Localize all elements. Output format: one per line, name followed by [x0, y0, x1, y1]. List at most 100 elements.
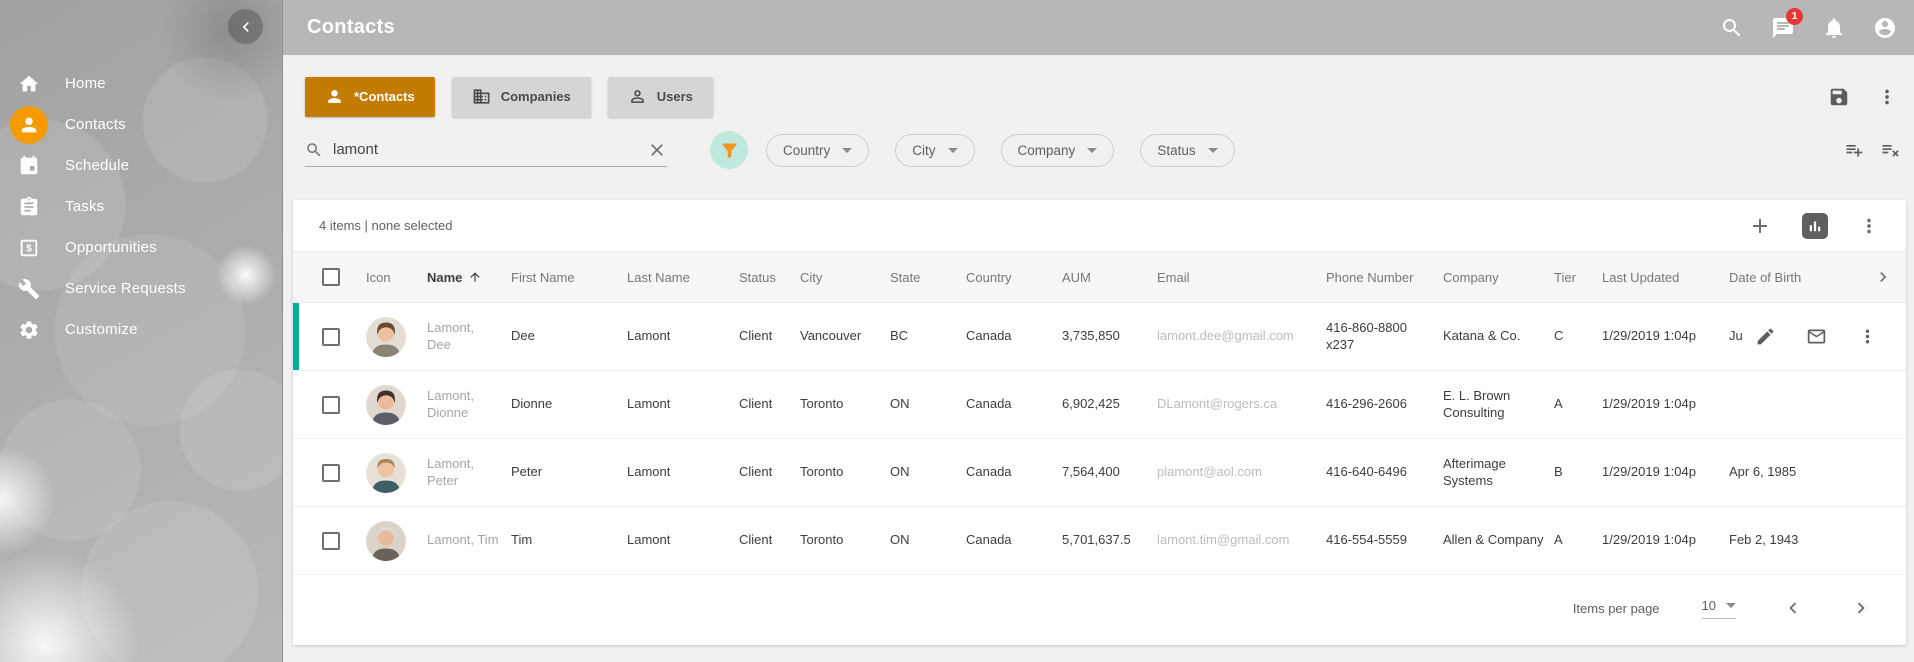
sidebar-collapse-button[interactable]: [228, 9, 263, 44]
row-more-icon[interactable]: [1857, 326, 1878, 347]
app-screen: Home Contacts Schedule Tasks $ Opport: [0, 0, 1914, 662]
tab-users[interactable]: Users: [608, 77, 713, 117]
sidebar-item-tasks[interactable]: Tasks: [0, 186, 282, 227]
cell-phone: 416-554-5559: [1326, 532, 1443, 549]
contacts-icon: [10, 106, 48, 144]
more-options-icon[interactable]: [1876, 86, 1898, 108]
table-row[interactable]: Lamont, Peter Peter Lamont Client Toront…: [293, 439, 1906, 507]
sidebar-item-opportunities[interactable]: $ Opportunities: [0, 227, 282, 268]
edit-pencil-icon[interactable]: [1755, 326, 1776, 347]
tasks-icon: [10, 188, 48, 226]
chevron-down-icon: [842, 148, 852, 153]
sidebar-item-home[interactable]: Home: [0, 63, 282, 104]
previous-page-icon[interactable]: [1782, 597, 1804, 619]
row-checkbox[interactable]: [322, 532, 340, 550]
column-header-aum[interactable]: AUM: [1062, 270, 1157, 285]
cell-name: Lamont, Tim: [427, 532, 511, 549]
column-header-city[interactable]: City: [800, 270, 890, 285]
filter-chip-city[interactable]: City: [895, 134, 974, 167]
cell-status: Client: [739, 532, 800, 549]
cell-city: Toronto: [800, 532, 890, 549]
sidebar-item-service-requests[interactable]: Service Requests: [0, 268, 282, 309]
pagination-bar: Items per page 10: [293, 575, 1906, 641]
column-header-phone[interactable]: Phone Number: [1326, 270, 1443, 285]
row-checkbox[interactable]: [322, 396, 340, 414]
column-header-name[interactable]: Name: [427, 270, 511, 285]
filter-chip-company[interactable]: Company: [1001, 134, 1115, 167]
filter-funnel-button[interactable]: [710, 131, 748, 169]
cell-aum: 6,902,425: [1062, 396, 1157, 413]
sidebar-item-contacts[interactable]: Contacts: [0, 104, 282, 145]
table-row[interactable]: Lamont, Dee Dee Lamont Client Vancouver …: [293, 303, 1906, 371]
column-header-first-name[interactable]: First Name: [511, 270, 627, 285]
cell-status: Client: [739, 396, 800, 413]
row-checkbox[interactable]: [322, 328, 340, 346]
account-icon[interactable]: [1872, 15, 1898, 41]
building-icon: [472, 87, 491, 106]
search-icon[interactable]: [1719, 15, 1745, 41]
row-checkbox[interactable]: [322, 464, 340, 482]
row-hover-actions: [1755, 303, 1878, 370]
tab-label: Users: [657, 89, 693, 104]
calendar-icon: [10, 147, 48, 185]
cell-first-name: Dionne: [511, 396, 627, 413]
page-size-select[interactable]: 10: [1702, 598, 1736, 619]
contacts-table-card: 4 items | none selected Icon Name First …: [293, 200, 1906, 645]
column-header-dob[interactable]: Date of Birth: [1729, 270, 1873, 285]
chart-view-button[interactable]: [1802, 213, 1828, 239]
scroll-columns-right-icon[interactable]: [1873, 267, 1914, 287]
email-envelope-icon[interactable]: [1806, 326, 1827, 347]
add-contact-button[interactable]: [1748, 214, 1772, 238]
cell-name: Lamont, Dee: [427, 320, 511, 353]
cell-country: Canada: [966, 532, 1062, 549]
items-per-page-label: Items per page: [1573, 601, 1660, 616]
tab-contacts[interactable]: *Contacts: [305, 77, 435, 117]
column-header-company[interactable]: Company: [1443, 270, 1554, 285]
column-header-country[interactable]: Country: [966, 270, 1062, 285]
cell-state: ON: [890, 464, 966, 481]
save-view-icon[interactable]: [1828, 86, 1850, 108]
tab-companies[interactable]: Companies: [452, 77, 591, 117]
column-header-status[interactable]: Status: [739, 270, 800, 285]
next-page-icon[interactable]: [1850, 597, 1872, 619]
column-header-email[interactable]: Email: [1157, 270, 1326, 285]
cell-last-name: Lamont: [627, 532, 739, 549]
chip-label: City: [912, 143, 935, 158]
table-more-icon[interactable]: [1858, 215, 1880, 237]
page-title: Contacts: [307, 16, 395, 39]
clear-search-icon[interactable]: [647, 140, 667, 160]
cell-email: plamont@aol.com: [1157, 464, 1326, 481]
contact-avatar: [366, 521, 406, 561]
bell-icon[interactable]: [1821, 15, 1847, 41]
cell-name: Lamont, Peter: [427, 456, 511, 489]
column-header-last-name[interactable]: Last Name: [627, 270, 739, 285]
column-header-icon[interactable]: Icon: [366, 270, 427, 285]
filter-chip-country[interactable]: Country: [766, 134, 869, 167]
sidebar-item-label: Schedule: [65, 157, 129, 174]
cell-country: Canada: [966, 328, 1062, 345]
column-header-state[interactable]: State: [890, 270, 966, 285]
clear-sort-icon[interactable]: [1880, 140, 1900, 160]
column-header-last-updated[interactable]: Last Updated: [1602, 270, 1729, 285]
chat-icon[interactable]: 1: [1770, 15, 1796, 41]
cell-tier: A: [1554, 532, 1602, 549]
cell-status: Client: [739, 464, 800, 481]
cell-name: Lamont, Dionne: [427, 388, 511, 421]
select-all-checkbox[interactable]: [322, 268, 340, 286]
sidebar-item-customize[interactable]: Customize: [0, 309, 282, 350]
sidebar-item-schedule[interactable]: Schedule: [0, 145, 282, 186]
cell-first-name: Peter: [511, 464, 627, 481]
table-row[interactable]: Lamont, Tim Tim Lamont Client Toronto ON…: [293, 507, 1906, 575]
cell-email: lamont.dee@gmail.com: [1157, 328, 1326, 345]
chip-label: Status: [1157, 143, 1195, 158]
search-input[interactable]: [333, 141, 647, 158]
sidebar-item-label: Opportunities: [65, 239, 157, 256]
filter-chip-status[interactable]: Status: [1140, 134, 1234, 167]
table-row[interactable]: Lamont, Dionne Dionne Lamont Client Toro…: [293, 371, 1906, 439]
column-header-tier[interactable]: Tier: [1554, 270, 1602, 285]
cell-first-name: Tim: [511, 532, 627, 549]
cell-aum: 5,701,637.5: [1062, 532, 1157, 549]
cell-dob: Feb 2, 1943: [1729, 532, 1873, 549]
cell-city: Toronto: [800, 396, 890, 413]
add-sort-icon[interactable]: [1844, 140, 1864, 160]
